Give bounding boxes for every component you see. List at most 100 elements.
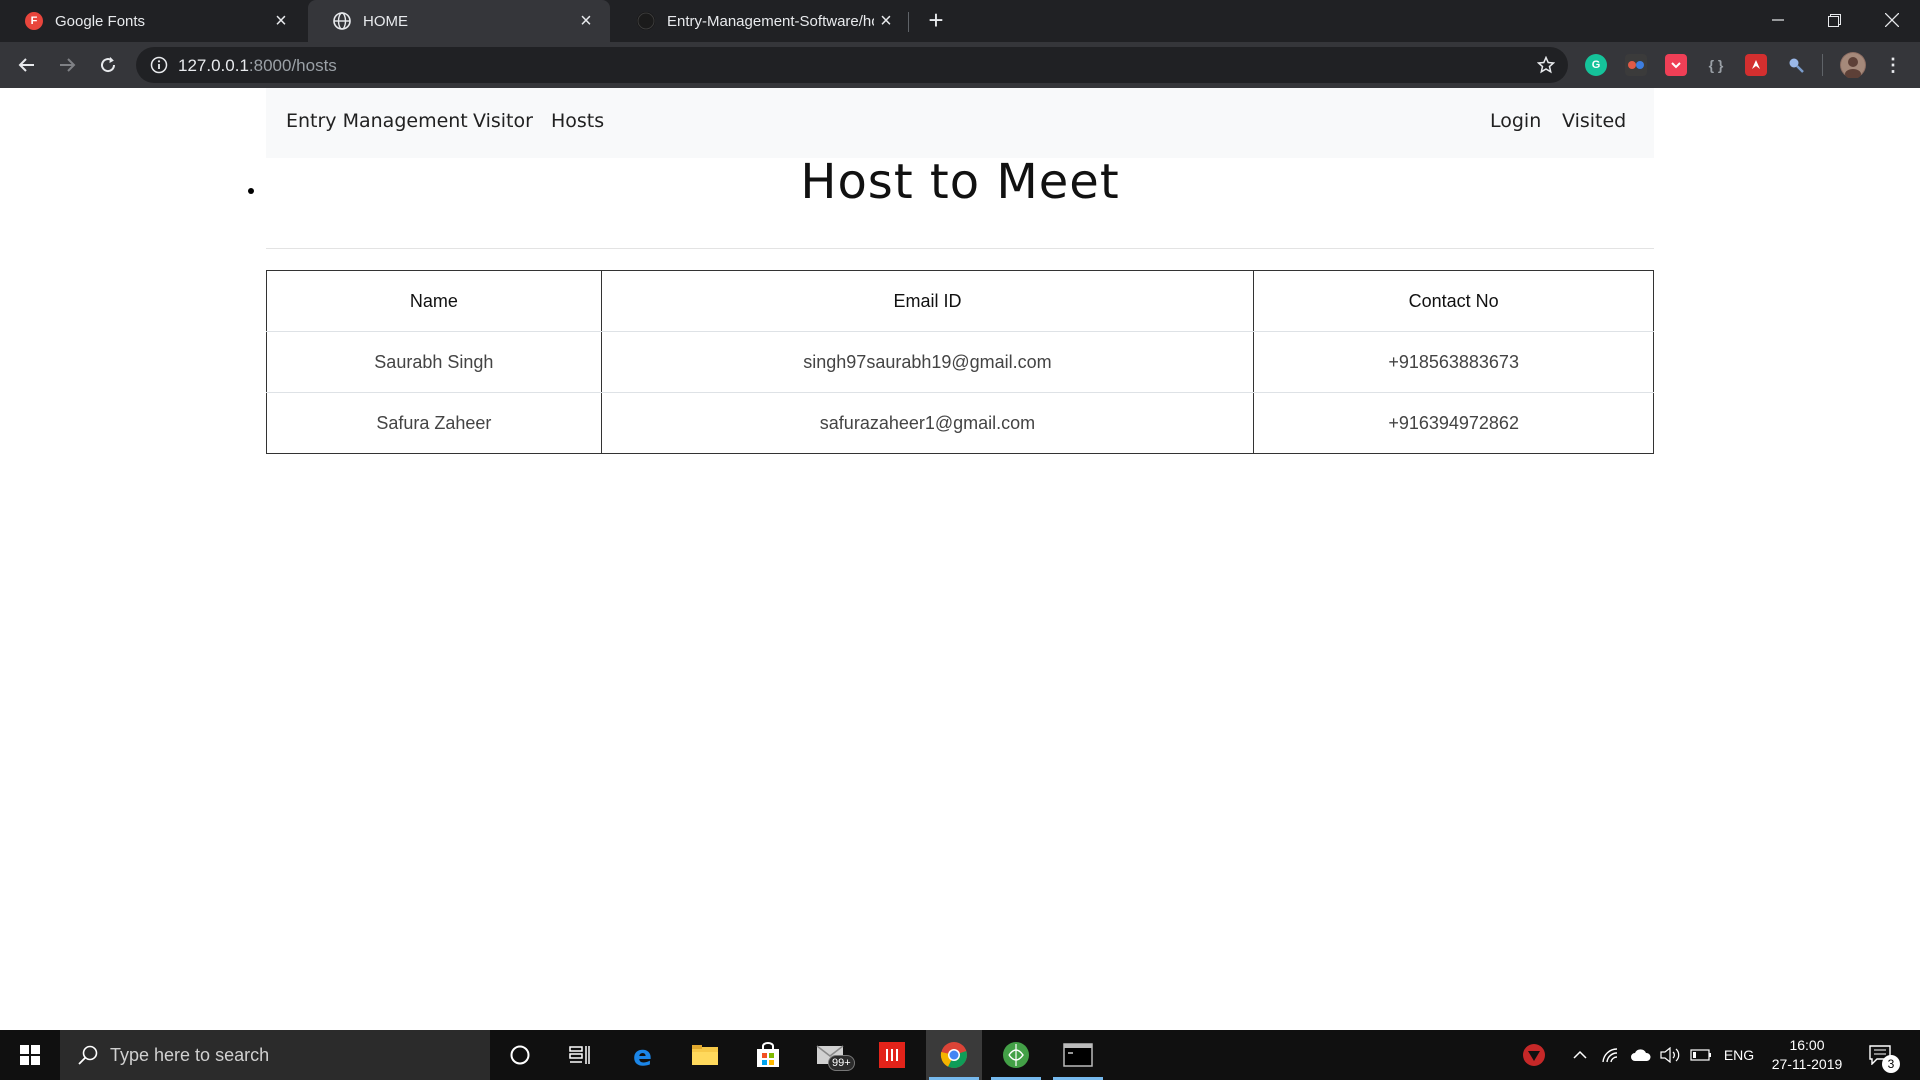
host-email-cell: safurazaheer1@gmail.com (600, 392, 1254, 454)
site-info-icon[interactable] (150, 56, 168, 74)
bookmark-star-icon[interactable] (1534, 53, 1558, 77)
url-path: :8000/hosts (248, 56, 337, 75)
google-fonts-favicon-icon: F (25, 12, 43, 30)
input-language[interactable]: ENG (1718, 1030, 1760, 1080)
red-extension-icon[interactable] (1745, 54, 1767, 76)
column-header-contact: Contact No (1253, 270, 1654, 332)
list-bullet (248, 188, 254, 194)
green-app-icon (1003, 1042, 1029, 1068)
close-tab-icon[interactable]: × (874, 9, 898, 33)
browser-tab-strip: F Google Fonts × HOME × Entry-Management… (0, 0, 1920, 42)
cortana-icon (510, 1045, 530, 1065)
page-title: Host to Meet (800, 154, 1120, 210)
volume-icon[interactable] (1658, 1030, 1682, 1080)
colorful-extension-icon[interactable] (1625, 54, 1647, 76)
nav-link-visited[interactable]: Visited (1562, 110, 1626, 132)
reload-icon (101, 57, 116, 73)
host-email-cell: singh97saurabh19@gmail.com (600, 331, 1254, 393)
forward-button[interactable] (52, 50, 82, 80)
task-view-icon (569, 1046, 590, 1064)
column-header-name: Name (266, 270, 602, 332)
nav-link-hosts[interactable]: Hosts (551, 110, 604, 132)
edge-icon: e (633, 1041, 652, 1069)
back-button[interactable] (12, 50, 42, 80)
host-name-cell: Saurabh Singh (266, 331, 602, 393)
chrome-app[interactable] (926, 1030, 982, 1080)
minimize-button[interactable] (1749, 0, 1806, 40)
pocket-extension-icon[interactable] (1665, 54, 1687, 76)
terminal-app[interactable] (1050, 1030, 1106, 1080)
table-row: Safura Zaheer safurazaheer1@gmail.com +9… (267, 392, 1654, 454)
json-viewer-extension-icon[interactable]: { } (1705, 54, 1727, 76)
chrome-menu-icon[interactable]: ⋮ (1882, 54, 1904, 76)
browser-toolbar: 127.0.0.1:8000/hosts G { } ⋮ (0, 42, 1920, 88)
profile-avatar[interactable] (1840, 52, 1866, 78)
task-view-button[interactable] (552, 1030, 608, 1080)
tab-title: HOME (363, 12, 408, 30)
table-header-row: Name Email ID Contact No (266, 270, 1654, 332)
notification-count-badge: 3 (1882, 1055, 1900, 1073)
search-icon (76, 1043, 100, 1067)
url-text: 127.0.0.1:8000/hosts (178, 56, 337, 76)
onedrive-cloud-icon[interactable] (1628, 1030, 1654, 1080)
back-arrow-icon (18, 58, 34, 72)
restore-button[interactable] (1806, 0, 1863, 40)
taskbar-clock[interactable]: 16:00 27-11-2019 (1762, 1036, 1852, 1074)
tab-title: Entry-Management-Software/hosts (667, 12, 874, 30)
red-app-icon (879, 1042, 905, 1068)
show-hidden-icons-chevron-up-icon[interactable] (1568, 1030, 1592, 1080)
tab-separator (908, 12, 909, 32)
tab-google-fonts[interactable]: F Google Fonts × (0, 0, 305, 42)
red-app[interactable] (864, 1030, 920, 1080)
red-tray-app-icon[interactable] (1516, 1030, 1552, 1080)
start-button[interactable] (0, 1030, 60, 1080)
new-tab-button[interactable]: + (922, 5, 950, 35)
nav-link-visitor[interactable]: Visitor (473, 110, 533, 132)
windows-taskbar: Type here to search e 99+ ENG 16:00 27-1… (0, 1030, 1920, 1080)
clock-time: 16:00 (1789, 1037, 1825, 1053)
edge-app[interactable]: e (616, 1030, 672, 1080)
forward-arrow-icon (60, 58, 76, 72)
grammarly-extension-icon[interactable]: G (1585, 54, 1607, 76)
host-contact-cell: +916394972862 (1253, 392, 1654, 454)
store-bag-icon (757, 1042, 779, 1067)
close-tab-icon[interactable]: × (269, 9, 293, 33)
search-placeholder: Type here to search (110, 1045, 270, 1065)
folder-icon (692, 1045, 718, 1065)
chrome-icon (940, 1042, 967, 1069)
tab-github-repo[interactable]: Entry-Management-Software/hosts × (612, 0, 910, 42)
taskbar-search-box[interactable]: Type here to search (60, 1030, 490, 1080)
green-app[interactable] (988, 1030, 1044, 1080)
windows-logo-icon (20, 1045, 40, 1065)
close-window-button[interactable] (1863, 0, 1920, 40)
github-icon (637, 12, 655, 30)
battery-icon[interactable] (1688, 1030, 1714, 1080)
navbar-brand[interactable]: Entry Management (286, 110, 468, 132)
file-explorer-app[interactable] (677, 1030, 733, 1080)
close-tab-icon[interactable]: × (574, 9, 598, 33)
page-content: Entry Management Visitor Hosts Login Vis… (0, 88, 1920, 1030)
tab-home[interactable]: HOME × (308, 0, 610, 42)
tab-title: Google Fonts (55, 12, 146, 30)
store-app[interactable] (740, 1030, 796, 1080)
site-navbar: Entry Management Visitor Hosts Login Vis… (266, 88, 1654, 158)
url-host: 127.0.0.1 (178, 56, 249, 75)
mail-app[interactable]: 99+ (804, 1030, 860, 1080)
address-bar[interactable]: 127.0.0.1:8000/hosts (136, 47, 1568, 83)
reload-button[interactable] (93, 50, 123, 80)
table-row: Saurabh Singh singh97saurabh19@gmail.com… (266, 331, 1654, 393)
column-header-email: Email ID (600, 270, 1254, 332)
divider (266, 248, 1654, 249)
svg-text:e: e (633, 1041, 652, 1069)
mail-badge: 99+ (828, 1055, 855, 1071)
hosts-table: Name Email ID Contact No Saurabh Singh s… (266, 270, 1654, 454)
terminal-icon (1063, 1043, 1093, 1067)
globe-icon (333, 12, 351, 30)
nav-link-login[interactable]: Login (1490, 110, 1541, 132)
host-contact-cell: +918563883673 (1253, 331, 1654, 393)
action-center-button[interactable]: 3 (1860, 1030, 1900, 1080)
cortana-button[interactable] (492, 1030, 548, 1080)
wifi-icon[interactable] (1598, 1030, 1622, 1080)
search-extension-icon[interactable] (1785, 54, 1807, 76)
toolbar-divider (1822, 54, 1823, 76)
